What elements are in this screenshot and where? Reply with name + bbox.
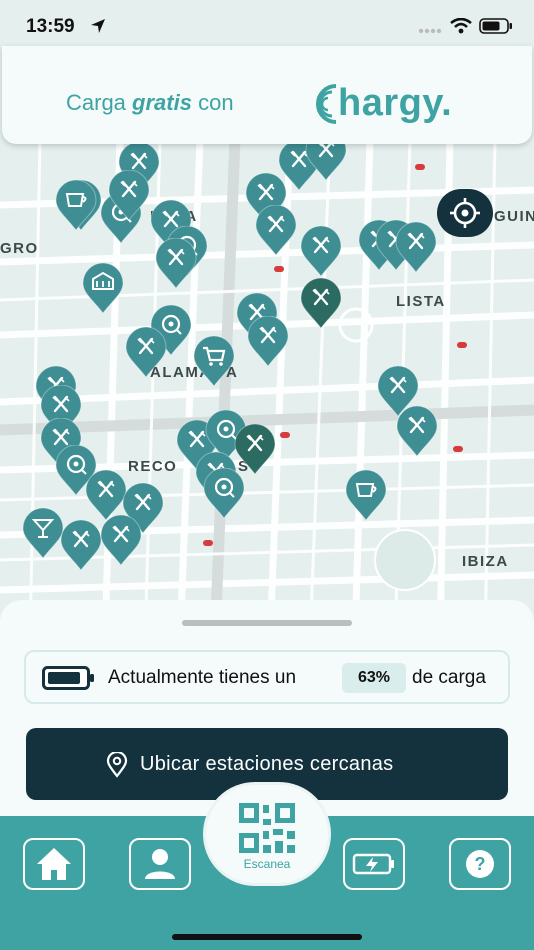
tab-charging[interactable] [343, 838, 405, 890]
map-pin-food-icon[interactable] [155, 238, 197, 290]
map-pin-food-icon[interactable] [125, 327, 167, 379]
battery-charging-icon [352, 853, 394, 875]
map-pin-food-icon[interactable] [396, 406, 438, 458]
crosshair-icon [450, 198, 480, 228]
promo-prefix: Carga [66, 90, 133, 115]
wifi-icon [450, 18, 472, 34]
home-icon [37, 848, 71, 880]
battery-level-icon [42, 666, 94, 690]
charge-percent-badge: 63% [342, 663, 406, 693]
map-pin-coffee-icon[interactable] [345, 470, 387, 522]
home-indicator [172, 934, 362, 940]
map-pin-cart-icon[interactable] [193, 336, 235, 388]
map-pin-food-icon[interactable] [60, 520, 102, 572]
promo-banner[interactable]: Carga gratis con [2, 46, 532, 144]
tab-profile[interactable] [129, 838, 191, 890]
scan-label: Escanea [243, 857, 291, 871]
map-pin-food-icon[interactable] [100, 515, 142, 567]
map-pin-icon [106, 752, 128, 778]
map-label-gro: GRO [0, 240, 39, 257]
locate-nearby-stations-label: Ubicar estaciones cercanas [140, 753, 394, 775]
signal-dots-icon [418, 28, 442, 34]
map-pin-cocktail-icon[interactable] [22, 508, 64, 560]
map-pin-coffee-icon[interactable] [55, 180, 97, 232]
tab-home[interactable] [23, 838, 85, 890]
charge-text-prefix: Actualmente tienes un [108, 667, 297, 688]
map-pin-food-icon[interactable] [247, 316, 289, 368]
location-arrow-icon [91, 19, 105, 33]
map-pin-building-icon[interactable] [82, 263, 124, 315]
map-label-guin: GUIN [494, 208, 534, 225]
map-label-reco: RECO [128, 458, 178, 475]
map-pin-food-icon[interactable] [395, 222, 437, 274]
map-pin-food-icon[interactable] [255, 205, 297, 257]
charge-text-suffix: de carga [412, 667, 486, 688]
sheet-grabber[interactable] [182, 620, 352, 626]
qr-code-icon [239, 803, 295, 853]
map-label-lista: LISTA [396, 293, 446, 310]
map-pin-food-icon[interactable] [108, 170, 150, 222]
chargy-logo-text: hargy. [338, 82, 453, 124]
scan-qr-button[interactable]: Escanea [203, 782, 331, 886]
map-pin-food-icon[interactable] [234, 424, 276, 476]
help-icon: ? [466, 850, 494, 878]
locate-me-button[interactable] [437, 189, 493, 237]
promo-suffix: con [191, 90, 234, 115]
map-pin-food-icon[interactable] [300, 278, 342, 330]
charge-status-box: Actualmente tienes un 63% de carga [24, 650, 510, 704]
promo-text: Carga gratis con [66, 90, 234, 116]
map-label-ibiza: IBIZA [462, 553, 509, 570]
status-battery-icon [479, 18, 512, 34]
status-bar: 13:59 [0, 0, 534, 54]
map-pin-food-icon[interactable] [300, 226, 342, 278]
svg-text:?: ? [475, 854, 486, 874]
status-time: 13:59 [26, 16, 75, 37]
user-icon [145, 849, 175, 879]
promo-emphasis: gratis [132, 90, 192, 115]
tab-help[interactable]: ? [449, 838, 511, 890]
